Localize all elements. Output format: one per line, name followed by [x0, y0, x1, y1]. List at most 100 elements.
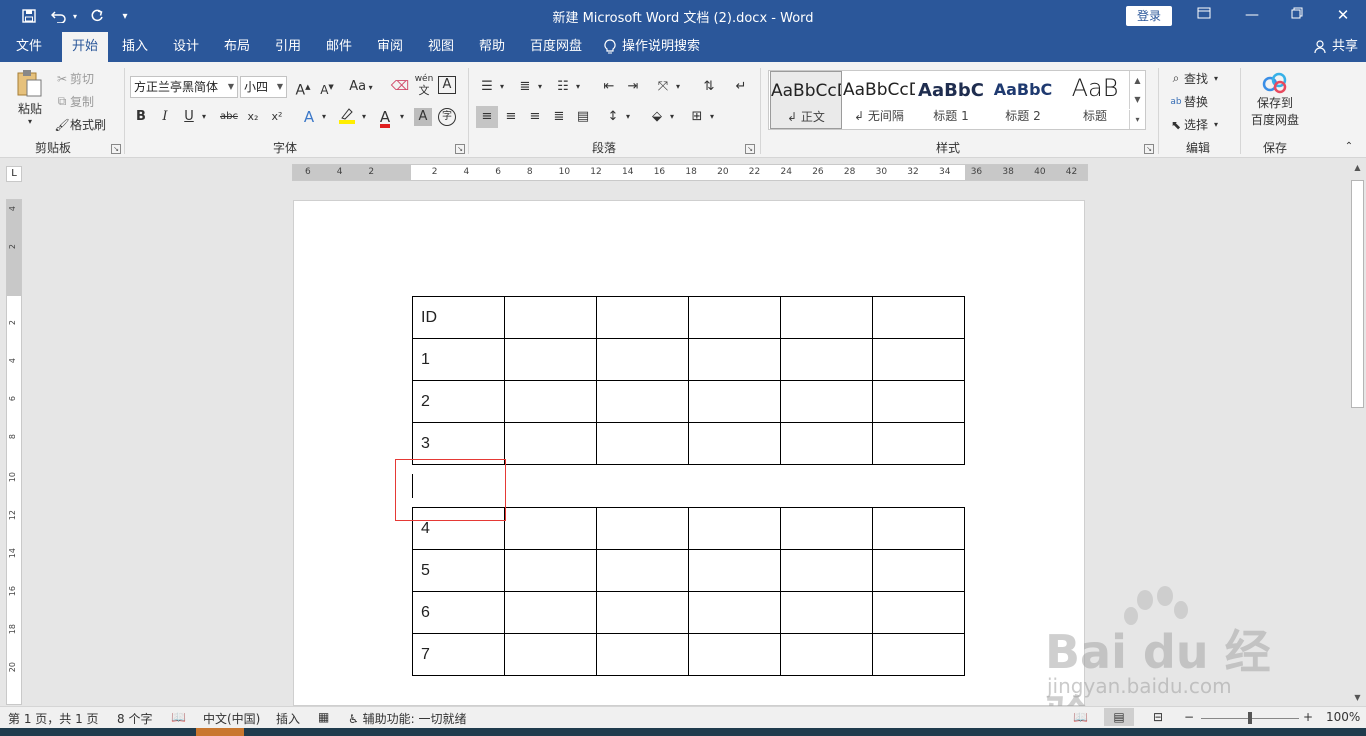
font-color-dropdown-icon[interactable]: ▾ — [396, 106, 408, 128]
paste-button[interactable]: 粘贴 ▾ — [12, 68, 48, 128]
underline-button[interactable]: U — [178, 106, 200, 128]
table-cell[interactable] — [596, 380, 689, 423]
table-cell[interactable] — [780, 549, 873, 592]
replace-button[interactable]: ab 替换 — [1168, 93, 1208, 110]
table-cell[interactable] — [504, 549, 597, 592]
proofing-icon[interactable]: 📖 — [171, 710, 186, 724]
text-effects-icon[interactable]: A — [298, 106, 320, 128]
strikethrough-button[interactable]: abc — [216, 106, 242, 128]
accessibility-status[interactable]: ♿ 辅助功能: 一切就绪 — [348, 710, 466, 727]
tab-view[interactable]: 视图 — [420, 32, 462, 62]
table-cell[interactable] — [596, 507, 689, 550]
table-cell[interactable]: 6 — [412, 591, 505, 634]
table-cell[interactable] — [780, 591, 873, 634]
style-heading-1[interactable]: AaBbC 标题 1 — [915, 71, 987, 129]
chinese-layout-dropdown-icon[interactable]: ▾ — [672, 76, 684, 98]
format-painter-button[interactable]: 🖌 格式刷 — [54, 116, 106, 133]
font-size-combo[interactable]: 小四 ▼ — [240, 76, 287, 98]
style-heading-2[interactable]: AaBbC 标题 2 — [987, 71, 1059, 129]
table-cell[interactable] — [504, 380, 597, 423]
ribbon-display-icon[interactable] — [1192, 4, 1216, 28]
cut-button[interactable]: ✂ 剪切 — [54, 70, 94, 87]
table-cell[interactable] — [688, 507, 781, 550]
select-button[interactable]: ⬉ 选择 ▾ — [1168, 116, 1218, 133]
borders-dropdown-icon[interactable]: ▾ — [706, 106, 718, 128]
bullets-icon[interactable]: ☰ — [476, 76, 498, 98]
bullets-dropdown-icon[interactable]: ▾ — [496, 76, 508, 98]
close-icon[interactable]: ✕ — [1331, 4, 1355, 28]
tab-references[interactable]: 引用 — [267, 32, 309, 62]
numbering-dropdown-icon[interactable]: ▾ — [534, 76, 546, 98]
document-table-2[interactable]: 4567 — [412, 507, 965, 676]
table-cell[interactable] — [780, 338, 873, 381]
login-button[interactable]: 登录 — [1126, 6, 1172, 26]
bold-button[interactable]: B — [130, 106, 152, 128]
table-cell[interactable] — [504, 633, 597, 676]
tab-insert[interactable]: 插入 — [114, 32, 156, 62]
table-cell[interactable] — [688, 296, 781, 339]
table-cell[interactable] — [780, 380, 873, 423]
change-case-button[interactable]: Aa ▾ — [344, 76, 378, 98]
print-layout-icon[interactable]: ▤ — [1104, 708, 1134, 726]
table-cell[interactable]: 7 — [412, 633, 505, 676]
borders-icon[interactable]: ⊞ — [686, 106, 708, 128]
font-launcher-icon[interactable]: ↘ — [455, 144, 465, 154]
underline-dropdown-icon[interactable]: ▾ — [198, 106, 210, 128]
sort-icon[interactable]: ⇅ — [698, 76, 720, 98]
phonetic-guide-button[interactable]: wén 文 — [413, 74, 435, 96]
align-left-icon[interactable]: ≡ — [476, 106, 498, 128]
language[interactable]: 中文(中国) — [203, 710, 260, 727]
find-button[interactable]: ⌕ 查找 ▾ — [1168, 70, 1218, 87]
copy-button[interactable]: ⧉ 复制 — [54, 93, 94, 110]
tab-design[interactable]: 设计 — [165, 32, 207, 62]
table-cell[interactable] — [872, 422, 965, 465]
multilevel-list-icon[interactable]: ☷ — [552, 76, 574, 98]
table-cell[interactable] — [596, 338, 689, 381]
clipboard-launcher-icon[interactable]: ↘ — [111, 144, 121, 154]
font-name-combo[interactable]: 方正兰亭黑简体 ▼ — [130, 76, 238, 98]
show-marks-icon[interactable]: ↵ — [730, 76, 752, 98]
table-cell[interactable] — [596, 296, 689, 339]
tab-home[interactable]: 开始 — [62, 32, 108, 62]
table-cell[interactable] — [688, 422, 781, 465]
decrease-indent-icon[interactable]: ⇤ — [598, 76, 620, 98]
tab-help[interactable]: 帮助 — [471, 32, 513, 62]
line-spacing-dropdown-icon[interactable]: ▾ — [622, 106, 634, 128]
zoom-level[interactable]: 100% — [1326, 710, 1360, 724]
shading-bucket-icon[interactable]: ⬙ — [646, 106, 668, 128]
insert-mode[interactable]: 插入 — [276, 710, 300, 727]
text-effects-dropdown-icon[interactable]: ▾ — [318, 106, 330, 128]
table-cell[interactable] — [780, 422, 873, 465]
restore-icon[interactable] — [1285, 4, 1309, 28]
macro-icon[interactable]: ▦ — [318, 710, 329, 724]
style-normal[interactable]: AaBbCcDd ↲ 正文 — [770, 71, 842, 129]
minimize-icon[interactable]: — — [1240, 4, 1264, 28]
superscript-button[interactable]: x² — [266, 106, 288, 128]
chinese-layout-icon[interactable]: ⤧ — [652, 76, 674, 98]
table-cell[interactable] — [872, 507, 965, 550]
scroll-down-icon[interactable]: ▼ — [1349, 690, 1366, 706]
paragraph-launcher-icon[interactable]: ↘ — [745, 144, 755, 154]
zoom-out-icon[interactable]: − — [1184, 710, 1194, 724]
tab-baidu-netdisk[interactable]: 百度网盘 — [526, 32, 586, 62]
vertical-ruler[interactable]: 4 2 2 4 6 8 10 12 14 16 18 20 — [6, 199, 22, 705]
distributed-icon[interactable]: ▤ — [572, 106, 594, 128]
style-no-spacing[interactable]: AaBbCcDd ↲ 无间隔 — [843, 71, 915, 129]
table-cell[interactable] — [596, 422, 689, 465]
char-shading-button[interactable]: A — [414, 108, 432, 126]
tab-layout[interactable]: 布局 — [216, 32, 258, 62]
shading-dropdown-icon[interactable]: ▾ — [666, 106, 678, 128]
web-layout-icon[interactable]: ⊟ — [1153, 710, 1163, 724]
table-cell[interactable] — [780, 507, 873, 550]
table-cell[interactable] — [504, 422, 597, 465]
table-cell[interactable] — [872, 549, 965, 592]
gallery-up-icon[interactable]: ▲ — [1129, 71, 1145, 90]
word-count[interactable]: 8 个字 — [117, 710, 152, 727]
align-center-icon[interactable]: ≡ — [500, 106, 522, 128]
align-right-icon[interactable]: ≡ — [524, 106, 546, 128]
italic-button[interactable]: I — [154, 106, 176, 128]
line-spacing-icon[interactable]: ↕ — [602, 106, 624, 128]
table-cell[interactable] — [688, 591, 781, 634]
gallery-more-icon[interactable]: ▾ — [1129, 110, 1145, 129]
highlight-dropdown-icon[interactable]: ▾ — [358, 106, 370, 128]
